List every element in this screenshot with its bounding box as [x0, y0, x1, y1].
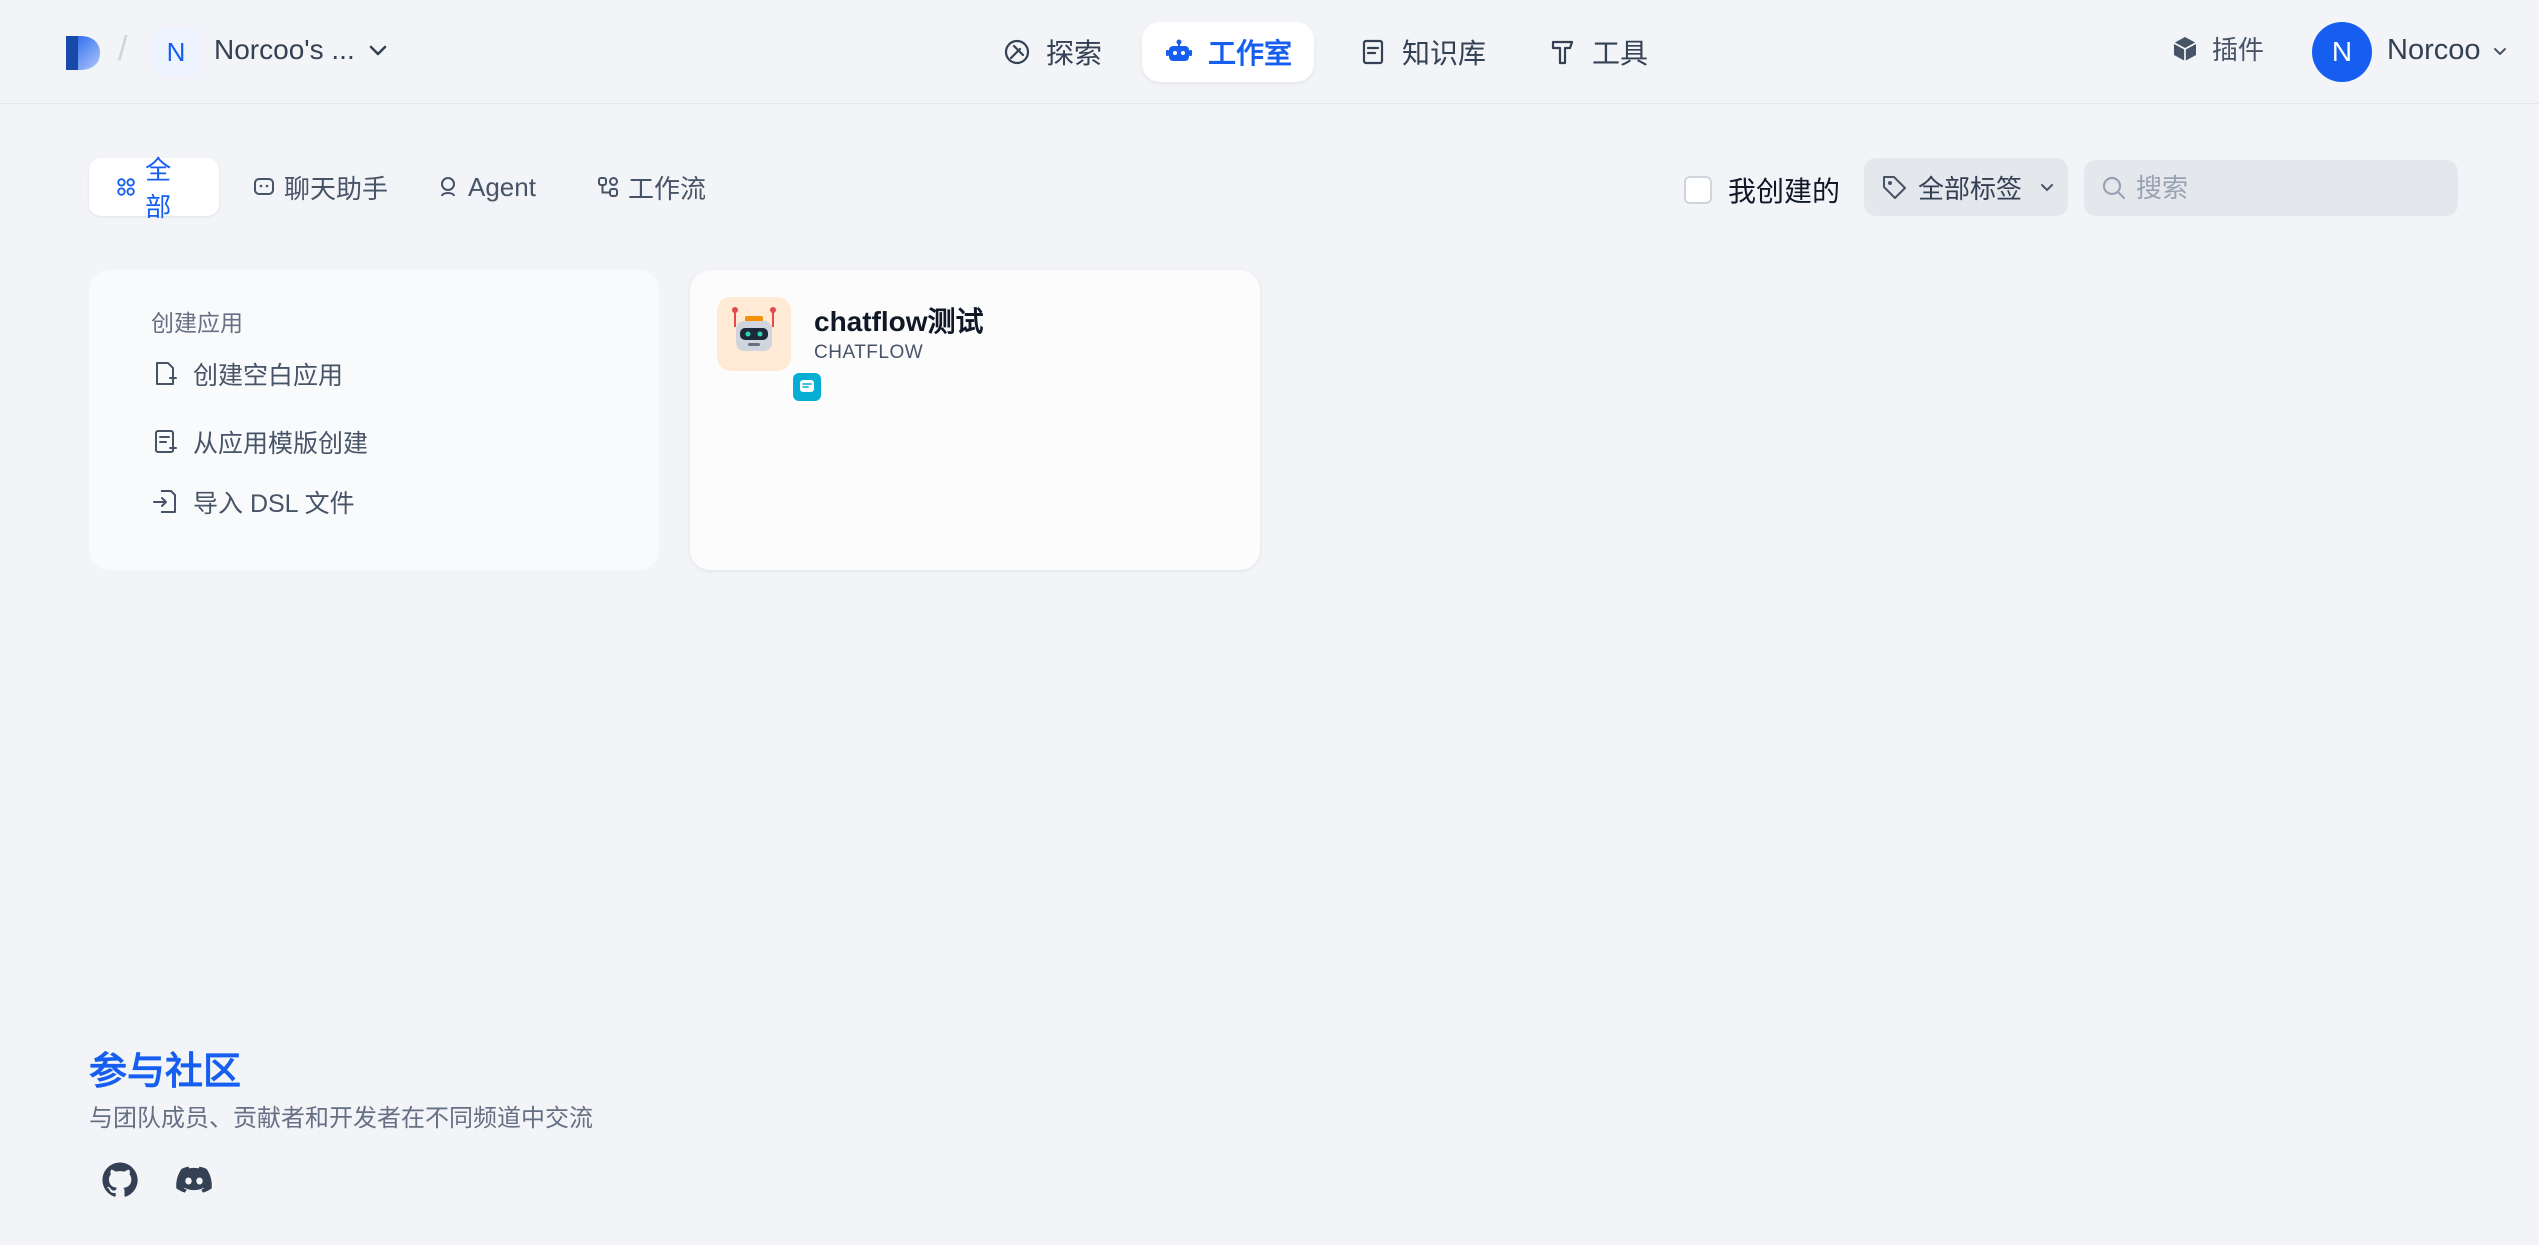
create-item-label: 创建空白应用: [193, 362, 344, 390]
robot-icon: [1166, 39, 1192, 61]
discord-icon[interactable]: [174, 1160, 214, 1200]
app-icon: [717, 297, 823, 403]
template-icon: [155, 430, 177, 453]
breadcrumb-separator: /: [118, 30, 128, 68]
create-from-template-button[interactable]: 从应用模版创建: [151, 424, 368, 460]
create-blank-app-button[interactable]: 创建空白应用: [151, 356, 343, 392]
created-by-me-checkbox[interactable]: [1684, 176, 1712, 204]
dify-logo-icon[interactable]: [64, 34, 102, 72]
robot-icon: [732, 307, 776, 351]
user-avatar[interactable]: N: [2312, 22, 2372, 82]
import-icon: [153, 490, 176, 513]
nav-label: 工作室: [1208, 38, 1293, 69]
tag-filter-dropdown[interactable]: 全部标签: [1864, 158, 2068, 216]
created-by-me-toggle[interactable]: 我创建的: [1684, 170, 1840, 210]
compass-icon: [1004, 39, 1030, 65]
app-type: CHATFLOW: [814, 342, 924, 363]
tag-icon: [1883, 176, 1906, 199]
tab-chat-assistant[interactable]: 聊天助手: [226, 158, 414, 216]
workspace-avatar[interactable]: N: [152, 28, 200, 76]
create-item-label: 从应用模版创建: [193, 430, 369, 458]
chat-bubble-icon: [254, 178, 274, 195]
search-input[interactable]: [2134, 171, 2438, 205]
file-plus-icon: [156, 362, 177, 385]
nav-studio[interactable]: 工作室: [1142, 22, 1315, 82]
chatflow-badge-icon: [791, 371, 823, 403]
tab-label: 工作流: [628, 173, 707, 204]
nav-tools[interactable]: 工具: [1526, 22, 1670, 82]
tab-label: 全部: [145, 155, 172, 222]
tag-filter-label: 全部标签: [1918, 173, 2023, 204]
hammer-icon: [1551, 40, 1574, 65]
workflow-icon: [598, 177, 618, 197]
nav-knowledge[interactable]: 知识库: [1336, 22, 1508, 82]
nav-label: 知识库: [1402, 38, 1487, 69]
plugins-button[interactable]: 插件: [2170, 30, 2264, 67]
tab-all[interactable]: 全部: [89, 155, 219, 222]
chevron-down-icon[interactable]: [2490, 41, 2510, 61]
created-by-me-label: 我创建的: [1728, 176, 1841, 207]
agent-icon: [441, 177, 455, 197]
nav-explore[interactable]: 探索: [980, 22, 1124, 82]
create-item-label: 导入 DSL 文件: [193, 490, 355, 518]
github-icon[interactable]: [100, 1160, 140, 1200]
create-app-card: 创建应用 创建空白应用 从应用模版创建 导入 DSL 文件: [89, 270, 659, 570]
search-box[interactable]: [2084, 160, 2458, 216]
nav-label: 探索: [1046, 38, 1103, 69]
chevron-down-icon[interactable]: [366, 38, 390, 62]
book-icon: [1362, 39, 1384, 65]
tab-label: 聊天助手: [284, 173, 389, 204]
grid-icon: [117, 178, 135, 196]
cube-icon: [2173, 36, 2197, 61]
user-name[interactable]: Norcoo: [2387, 34, 2481, 67]
top-header: / N Norcoo's ... 探索 工作室 知识库 工具 插件 N Norc…: [0, 0, 2539, 104]
workspace-name[interactable]: Norcoo's ...: [214, 34, 355, 66]
nav-label: 工具: [1592, 38, 1649, 69]
tab-agent[interactable]: Agent: [410, 158, 562, 216]
community-subtitle: 与团队成员、贡献者和开发者在不同频道中交流: [89, 1105, 593, 1132]
plugins-label: 插件: [2212, 35, 2265, 65]
tab-workflow[interactable]: 工作流: [570, 158, 732, 216]
app-card[interactable]: chatflow测试 CHATFLOW: [690, 270, 1260, 570]
tab-label: Agent: [468, 171, 536, 202]
app-name: chatflow测试: [814, 306, 984, 337]
chevron-down-icon: [2041, 184, 2054, 192]
search-icon: [2102, 176, 2126, 200]
import-dsl-button[interactable]: 导入 DSL 文件: [151, 484, 355, 520]
create-app-title: 创建应用: [151, 310, 243, 336]
community-title: 参与社区: [89, 1051, 242, 1093]
